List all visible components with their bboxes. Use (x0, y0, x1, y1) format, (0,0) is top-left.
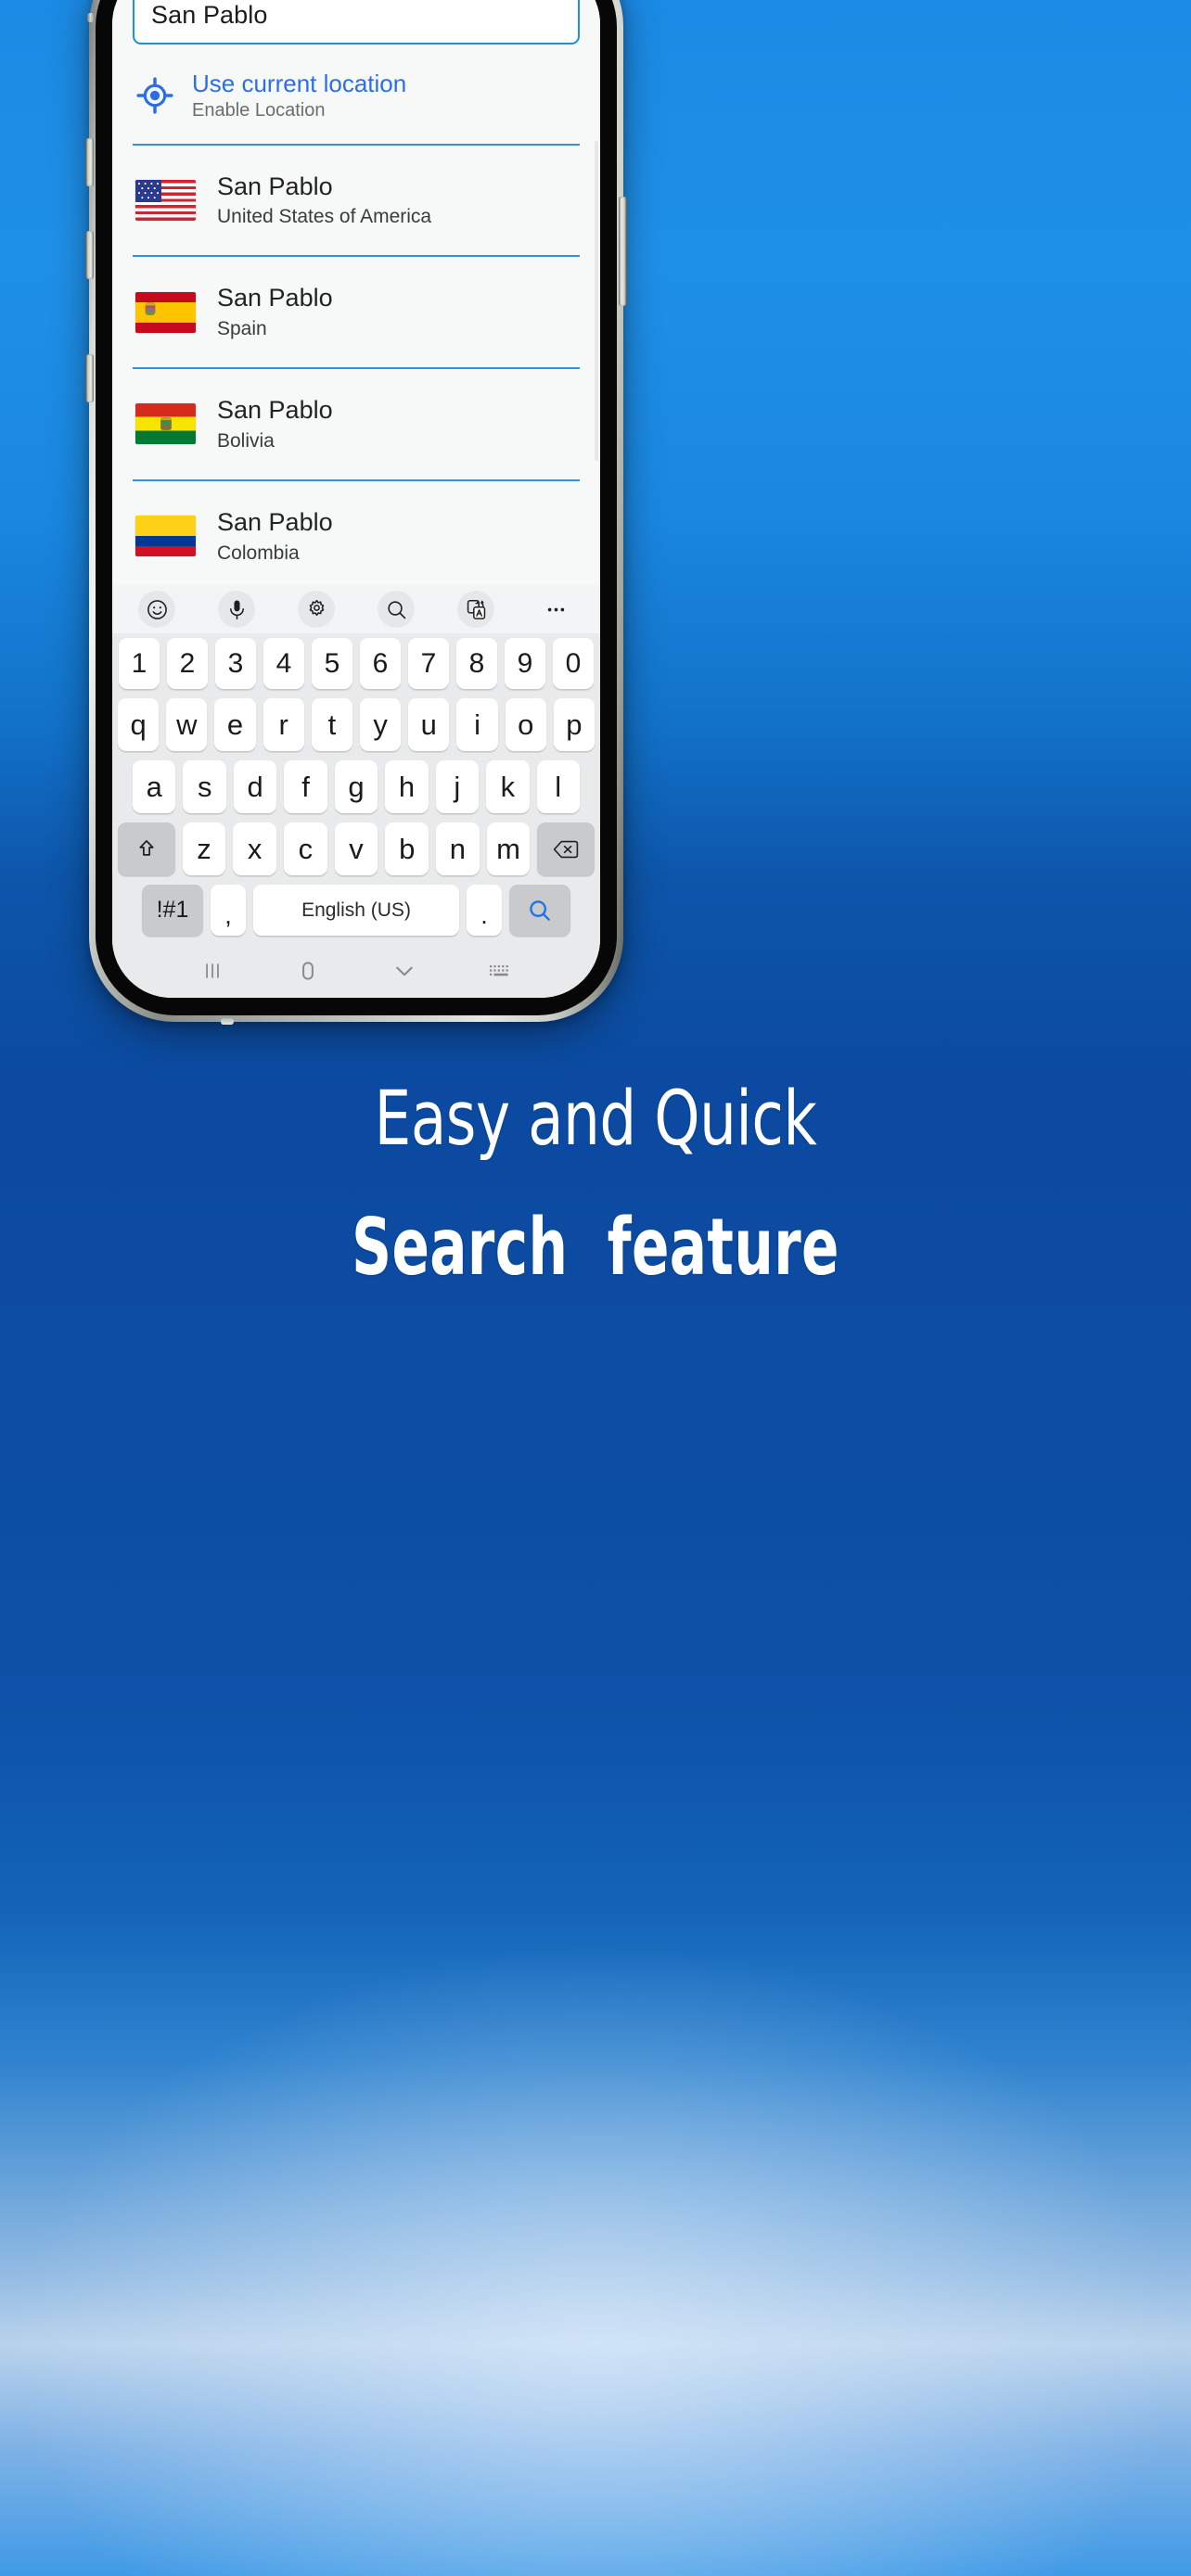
key-e[interactable]: e (214, 698, 256, 751)
key-i[interactable]: i (456, 698, 498, 751)
key-g[interactable]: g (334, 760, 378, 813)
more-icon[interactable] (537, 591, 574, 628)
comma-key[interactable]: , (211, 885, 246, 936)
key-p[interactable]: p (553, 698, 596, 751)
promo-text-block: Easy and Quick Search feature (0, 1076, 1191, 1294)
key-z[interactable]: z (182, 823, 226, 875)
use-current-location-title: Use current location (192, 70, 407, 97)
flag-united-states-icon (135, 179, 196, 221)
key-4[interactable]: 4 (263, 638, 304, 689)
volume-up-button[interactable] (85, 138, 94, 186)
key-d[interactable]: d (233, 760, 277, 813)
mute-switch-button[interactable] (87, 13, 94, 22)
keyboard-bottom-row: !#1 , English (US) . (112, 880, 600, 940)
key-3[interactable]: 3 (215, 638, 256, 689)
use-current-location-row[interactable]: Use current location Enable Location (133, 45, 580, 146)
keyboard-number-row: 1 2 3 4 5 6 7 8 9 0 (112, 633, 600, 694)
key-r[interactable]: r (263, 698, 304, 751)
enable-location-subtitle: Enable Location (192, 100, 326, 121)
keyboard-letter-row-1: q w e r t y u i o p (112, 694, 600, 756)
recents-icon[interactable] (186, 952, 238, 989)
key-t[interactable]: t (311, 698, 352, 751)
keyboard-toolbar (112, 585, 600, 633)
flag-colombia-icon (135, 516, 196, 557)
key-l[interactable]: l (536, 760, 580, 813)
key-h[interactable]: h (385, 760, 429, 813)
key-y[interactable]: y (360, 698, 402, 751)
on-screen-keyboard: 1 2 3 4 5 6 7 8 9 0 q w e r t y u i o p … (112, 585, 600, 944)
key-a[interactable]: a (133, 760, 176, 813)
key-9[interactable]: 9 (505, 638, 545, 689)
promo-headline: Easy and Quick (374, 1076, 817, 1163)
power-button[interactable] (619, 197, 627, 306)
key-u[interactable]: u (408, 698, 450, 751)
volume-down-button[interactable] (85, 231, 94, 279)
key-1[interactable]: 1 (119, 638, 160, 689)
translate-icon[interactable] (457, 591, 494, 628)
key-k[interactable]: k (486, 760, 530, 813)
emoji-icon[interactable] (138, 591, 175, 628)
microphone-icon[interactable] (218, 591, 255, 628)
backspace-icon[interactable] (537, 823, 595, 875)
key-x[interactable]: x (233, 823, 276, 875)
symbols-key[interactable]: !#1 (142, 885, 203, 936)
promo-subheadline: Search feature (352, 1202, 839, 1294)
key-n[interactable]: n (436, 823, 480, 875)
search-field[interactable] (133, 0, 580, 45)
search-input[interactable] (151, 1, 561, 30)
home-icon[interactable] (282, 952, 334, 989)
key-7[interactable]: 7 (408, 638, 449, 689)
result-row-colombia[interactable]: San Pablo Colombia (133, 481, 580, 585)
result-country-name: Colombia (217, 542, 300, 564)
key-2[interactable]: 2 (167, 638, 208, 689)
result-city-name: San Pablo (217, 172, 333, 200)
result-city-name: San Pablo (217, 396, 333, 425)
hide-keyboard-icon[interactable] (378, 952, 430, 989)
key-j[interactable]: j (435, 760, 480, 813)
key-v[interactable]: v (334, 823, 378, 875)
phone-mockup: Use current location Enable Location San… (85, 0, 627, 1025)
result-country-name: Bolivia (217, 429, 275, 452)
gear-icon[interactable] (298, 591, 335, 628)
key-o[interactable]: o (505, 698, 546, 751)
result-country-name: United States of America (217, 206, 432, 228)
key-q[interactable]: q (117, 698, 160, 751)
search-section (112, 0, 600, 45)
key-b[interactable]: b (385, 823, 429, 875)
system-navigation-bar (112, 944, 600, 998)
flag-spain-icon (135, 291, 196, 333)
result-row-united-states[interactable]: San Pablo United States of America (133, 146, 580, 258)
phone-bottom-marker (221, 1018, 234, 1025)
key-5[interactable]: 5 (312, 638, 352, 689)
app-container: Use current location Enable Location San… (112, 0, 600, 998)
keyboard-letter-row-2: a s d f g h j k l (112, 756, 600, 818)
key-6[interactable]: 6 (360, 638, 401, 689)
search-results-list[interactable]: Use current location Enable Location San… (112, 45, 600, 585)
key-c[interactable]: c (283, 823, 327, 875)
result-row-bolivia[interactable]: San Pablo Bolivia (133, 369, 580, 481)
results-scrollbar[interactable] (595, 141, 598, 461)
crosshair-location-icon (135, 77, 174, 114)
key-f[interactable]: f (284, 760, 327, 813)
flag-bolivia-icon (135, 403, 196, 445)
key-w[interactable]: w (166, 698, 208, 751)
period-key[interactable]: . (467, 885, 502, 936)
result-city-name: San Pablo (217, 507, 333, 536)
key-8[interactable]: 8 (456, 638, 497, 689)
phone-screen: Use current location Enable Location San… (112, 0, 600, 998)
shift-arrow-icon[interactable] (118, 823, 175, 875)
keyboard-switch-icon[interactable] (474, 952, 526, 989)
result-country-name: Spain (217, 317, 267, 339)
side-button-extra[interactable] (85, 354, 94, 402)
search-icon[interactable] (378, 591, 415, 628)
keyboard-letter-row-3: z x c v b n m (112, 818, 600, 880)
key-s[interactable]: s (183, 760, 226, 813)
spacebar-key[interactable]: English (US) (253, 885, 459, 936)
result-city-name: San Pablo (217, 284, 333, 312)
key-m[interactable]: m (486, 823, 531, 875)
result-row-spain[interactable]: San Pablo Spain (133, 257, 580, 370)
key-0[interactable]: 0 (553, 638, 594, 689)
search-enter-key[interactable] (509, 885, 570, 936)
